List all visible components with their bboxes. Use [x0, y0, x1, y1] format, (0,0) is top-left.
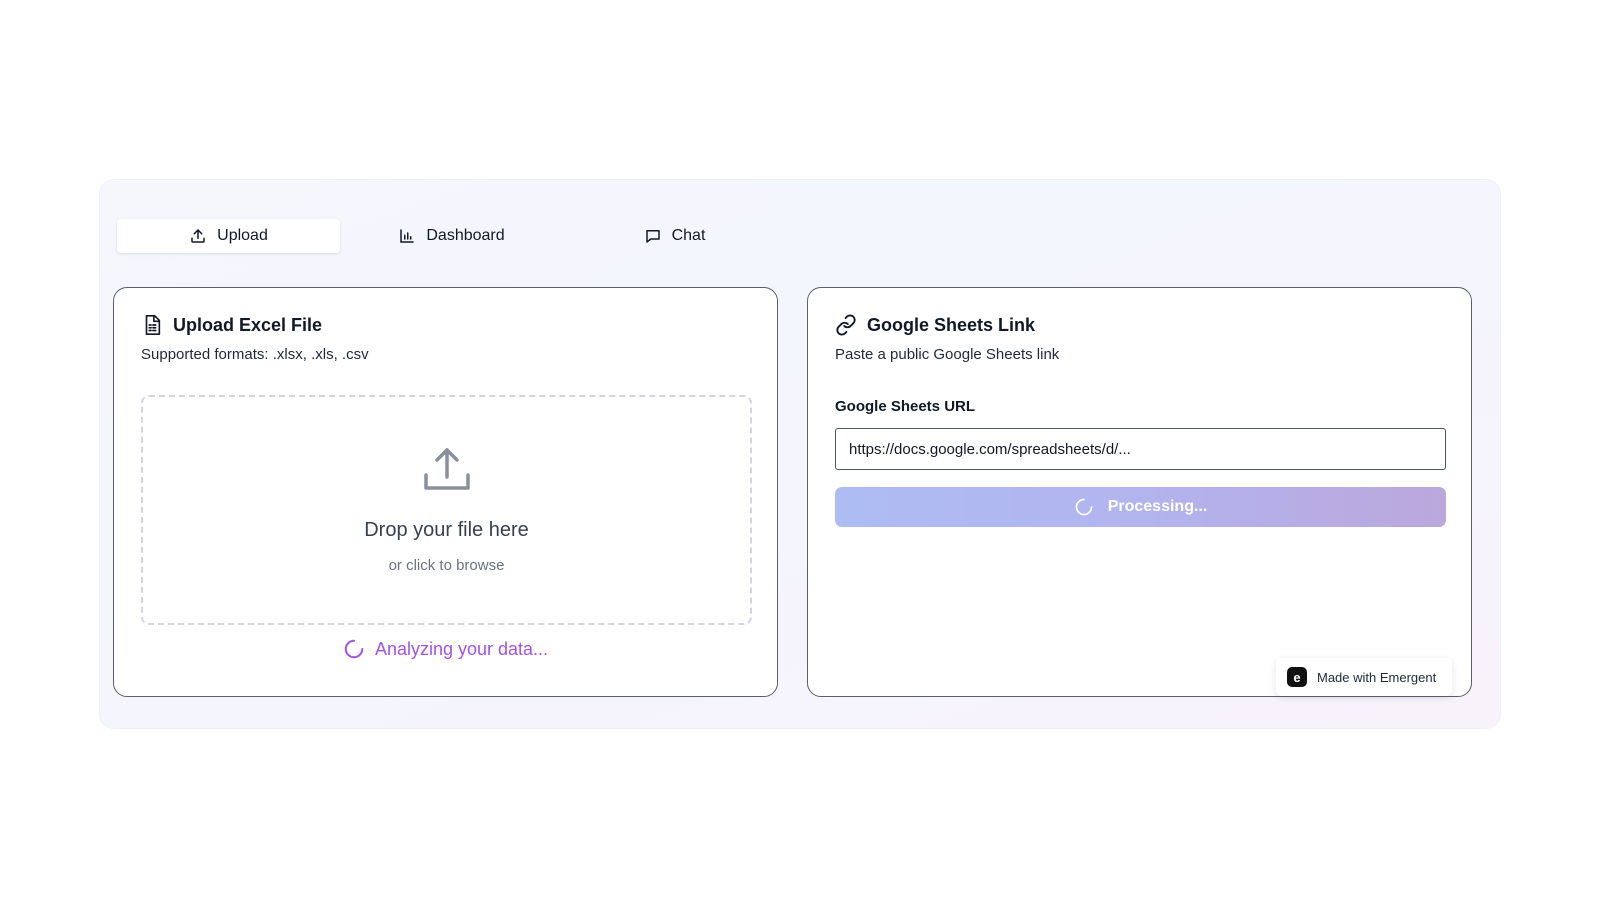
upload-card: Upload Excel File Supported formats: .xl…: [113, 287, 778, 697]
supported-formats-text: Supported formats: .xlsx, .xls, .csv: [141, 346, 369, 363]
made-with-emergent-badge[interactable]: e Made with Emergent: [1276, 658, 1452, 696]
processing-button[interactable]: Processing...: [835, 487, 1446, 527]
link-icon: [836, 314, 856, 336]
analyzing-status: Analyzing your data...: [114, 638, 777, 660]
spinner-icon: [1075, 498, 1093, 516]
processing-button-label: Processing...: [1107, 498, 1208, 515]
upload-cloud-icon: [423, 448, 470, 490]
tab-chat-label: Chat: [671, 227, 706, 244]
sheets-url-input[interactable]: [835, 428, 1446, 470]
tab-upload[interactable]: Upload: [117, 219, 340, 253]
spinner-icon: [344, 639, 364, 659]
chat-bubble-icon: [645, 230, 660, 243]
tab-dashboard-label: Dashboard: [426, 227, 505, 244]
tab-upload-label: Upload: [217, 227, 268, 244]
emergent-logo-icon: e: [1287, 667, 1307, 687]
analyzing-status-text: Analyzing your data...: [374, 638, 549, 659]
upload-card-title: Upload Excel File: [141, 314, 322, 336]
tab-dashboard[interactable]: Dashboard: [340, 219, 563, 253]
sheets-url-label: Google Sheets URL: [835, 398, 976, 415]
google-sheets-card: Google Sheets Link Paste a public Google…: [807, 287, 1472, 697]
file-dropzone[interactable]: Drop your file here or click to browse: [141, 395, 752, 625]
tab-chat[interactable]: Chat: [563, 219, 786, 253]
dropzone-browse-hint: or click to browse: [388, 557, 505, 574]
sheets-card-title: Google Sheets Link: [835, 314, 1035, 336]
upload-card-title-text: Upload Excel File: [173, 314, 323, 335]
file-spreadsheet-icon: [145, 315, 161, 335]
dropzone-title: Drop your file here: [364, 519, 529, 541]
tab-bar: Upload Dashboard Chat: [117, 219, 786, 253]
badge-label: Made with Emergent: [1317, 669, 1437, 685]
sheets-card-title-text: Google Sheets Link: [867, 314, 1036, 335]
app-panel: Upload Dashboard Chat Upload Excel File …: [100, 180, 1500, 728]
bar-chart-icon: [400, 229, 415, 243]
upload-icon: [191, 229, 205, 243]
sheets-card-subtitle: Paste a public Google Sheets link: [835, 346, 1060, 363]
